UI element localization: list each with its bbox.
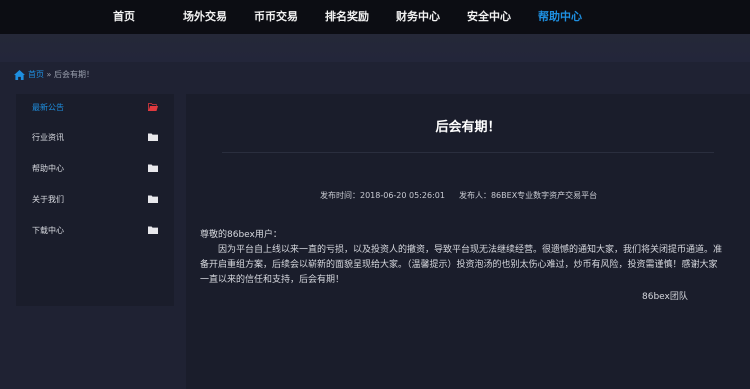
breadcrumb-separator: » <box>46 70 52 79</box>
sidebar-item-label: 行业资讯 <box>32 133 64 142</box>
sidebar-item-download-center[interactable]: 下载中心 <box>16 217 174 247</box>
article-meta: 发布时间：2018-06-20 05:26:01 发布人：86BEX专业数字资产交… <box>320 190 597 201</box>
title-divider <box>222 152 714 153</box>
sidebar-item-about-us[interactable]: 关于我们 <box>16 186 174 216</box>
sidebar-item-industry-news[interactable]: 行业资讯 <box>16 124 174 154</box>
nav-item-ranking-rewards[interactable]: 排名奖励 <box>325 0 369 34</box>
folder-icon <box>148 195 158 203</box>
article-greeting: 尊敬的86bex用户： <box>200 230 282 240</box>
folder-icon <box>148 133 158 141</box>
sidebar-item-label: 下载中心 <box>32 226 64 235</box>
sidebar-item-help-center[interactable]: 帮助中心 <box>16 155 174 185</box>
sidebar: 最新公告 行业资讯 帮助中心 关于我们 下载中心 <box>16 94 174 306</box>
publish-time: 发布时间：2018-06-20 05:26:01 <box>320 191 445 200</box>
home-icon <box>14 69 25 80</box>
nav-item-coin-trading[interactable]: 币币交易 <box>254 0 298 34</box>
breadcrumb-current: 后会有期！ <box>54 70 94 79</box>
nav-item-home[interactable]: 首页 <box>113 0 135 34</box>
folder-icon <box>148 164 158 172</box>
nav-item-otc-trading[interactable]: 场外交易 <box>183 0 227 34</box>
top-navigation: 首页 场外交易 币币交易 排名奖励 财务中心 安全中心 帮助中心 <box>0 0 750 34</box>
header-band <box>0 34 750 62</box>
sidebar-item-latest-announcements[interactable]: 最新公告 <box>16 94 174 124</box>
breadcrumb-home-link[interactable]: 首页 <box>28 70 44 79</box>
article-title: 后会有期！ <box>435 120 501 135</box>
nav-item-help-center[interactable]: 帮助中心 <box>538 0 582 34</box>
sidebar-item-label: 帮助中心 <box>32 164 64 173</box>
folder-open-icon <box>148 103 158 111</box>
article-panel: 后会有期！ 发布时间：2018-06-20 05:26:01 发布人：86BEX专… <box>186 94 750 389</box>
breadcrumb: 首页 » 后会有期！ <box>14 68 94 82</box>
article-paragraph: 因为平台自上线以来一直的亏损，以及投资人的撤资，导致平台现无法继续经营。很遗憾的… <box>200 245 723 285</box>
nav-item-security-center[interactable]: 安全中心 <box>467 0 511 34</box>
nav-item-finance-center[interactable]: 财务中心 <box>396 0 440 34</box>
article-body: 尊敬的86bex用户： 因为平台自上线以来一直的亏损，以及投资人的撤资，导致平台… <box>200 228 724 288</box>
folder-icon <box>148 226 158 234</box>
publisher: 发布人：86BEX专业数字资产交易平台 <box>458 191 598 200</box>
article-signature: 86bex团队 <box>642 292 688 302</box>
sidebar-item-label: 最新公告 <box>32 103 64 112</box>
sidebar-item-label: 关于我们 <box>32 195 64 204</box>
